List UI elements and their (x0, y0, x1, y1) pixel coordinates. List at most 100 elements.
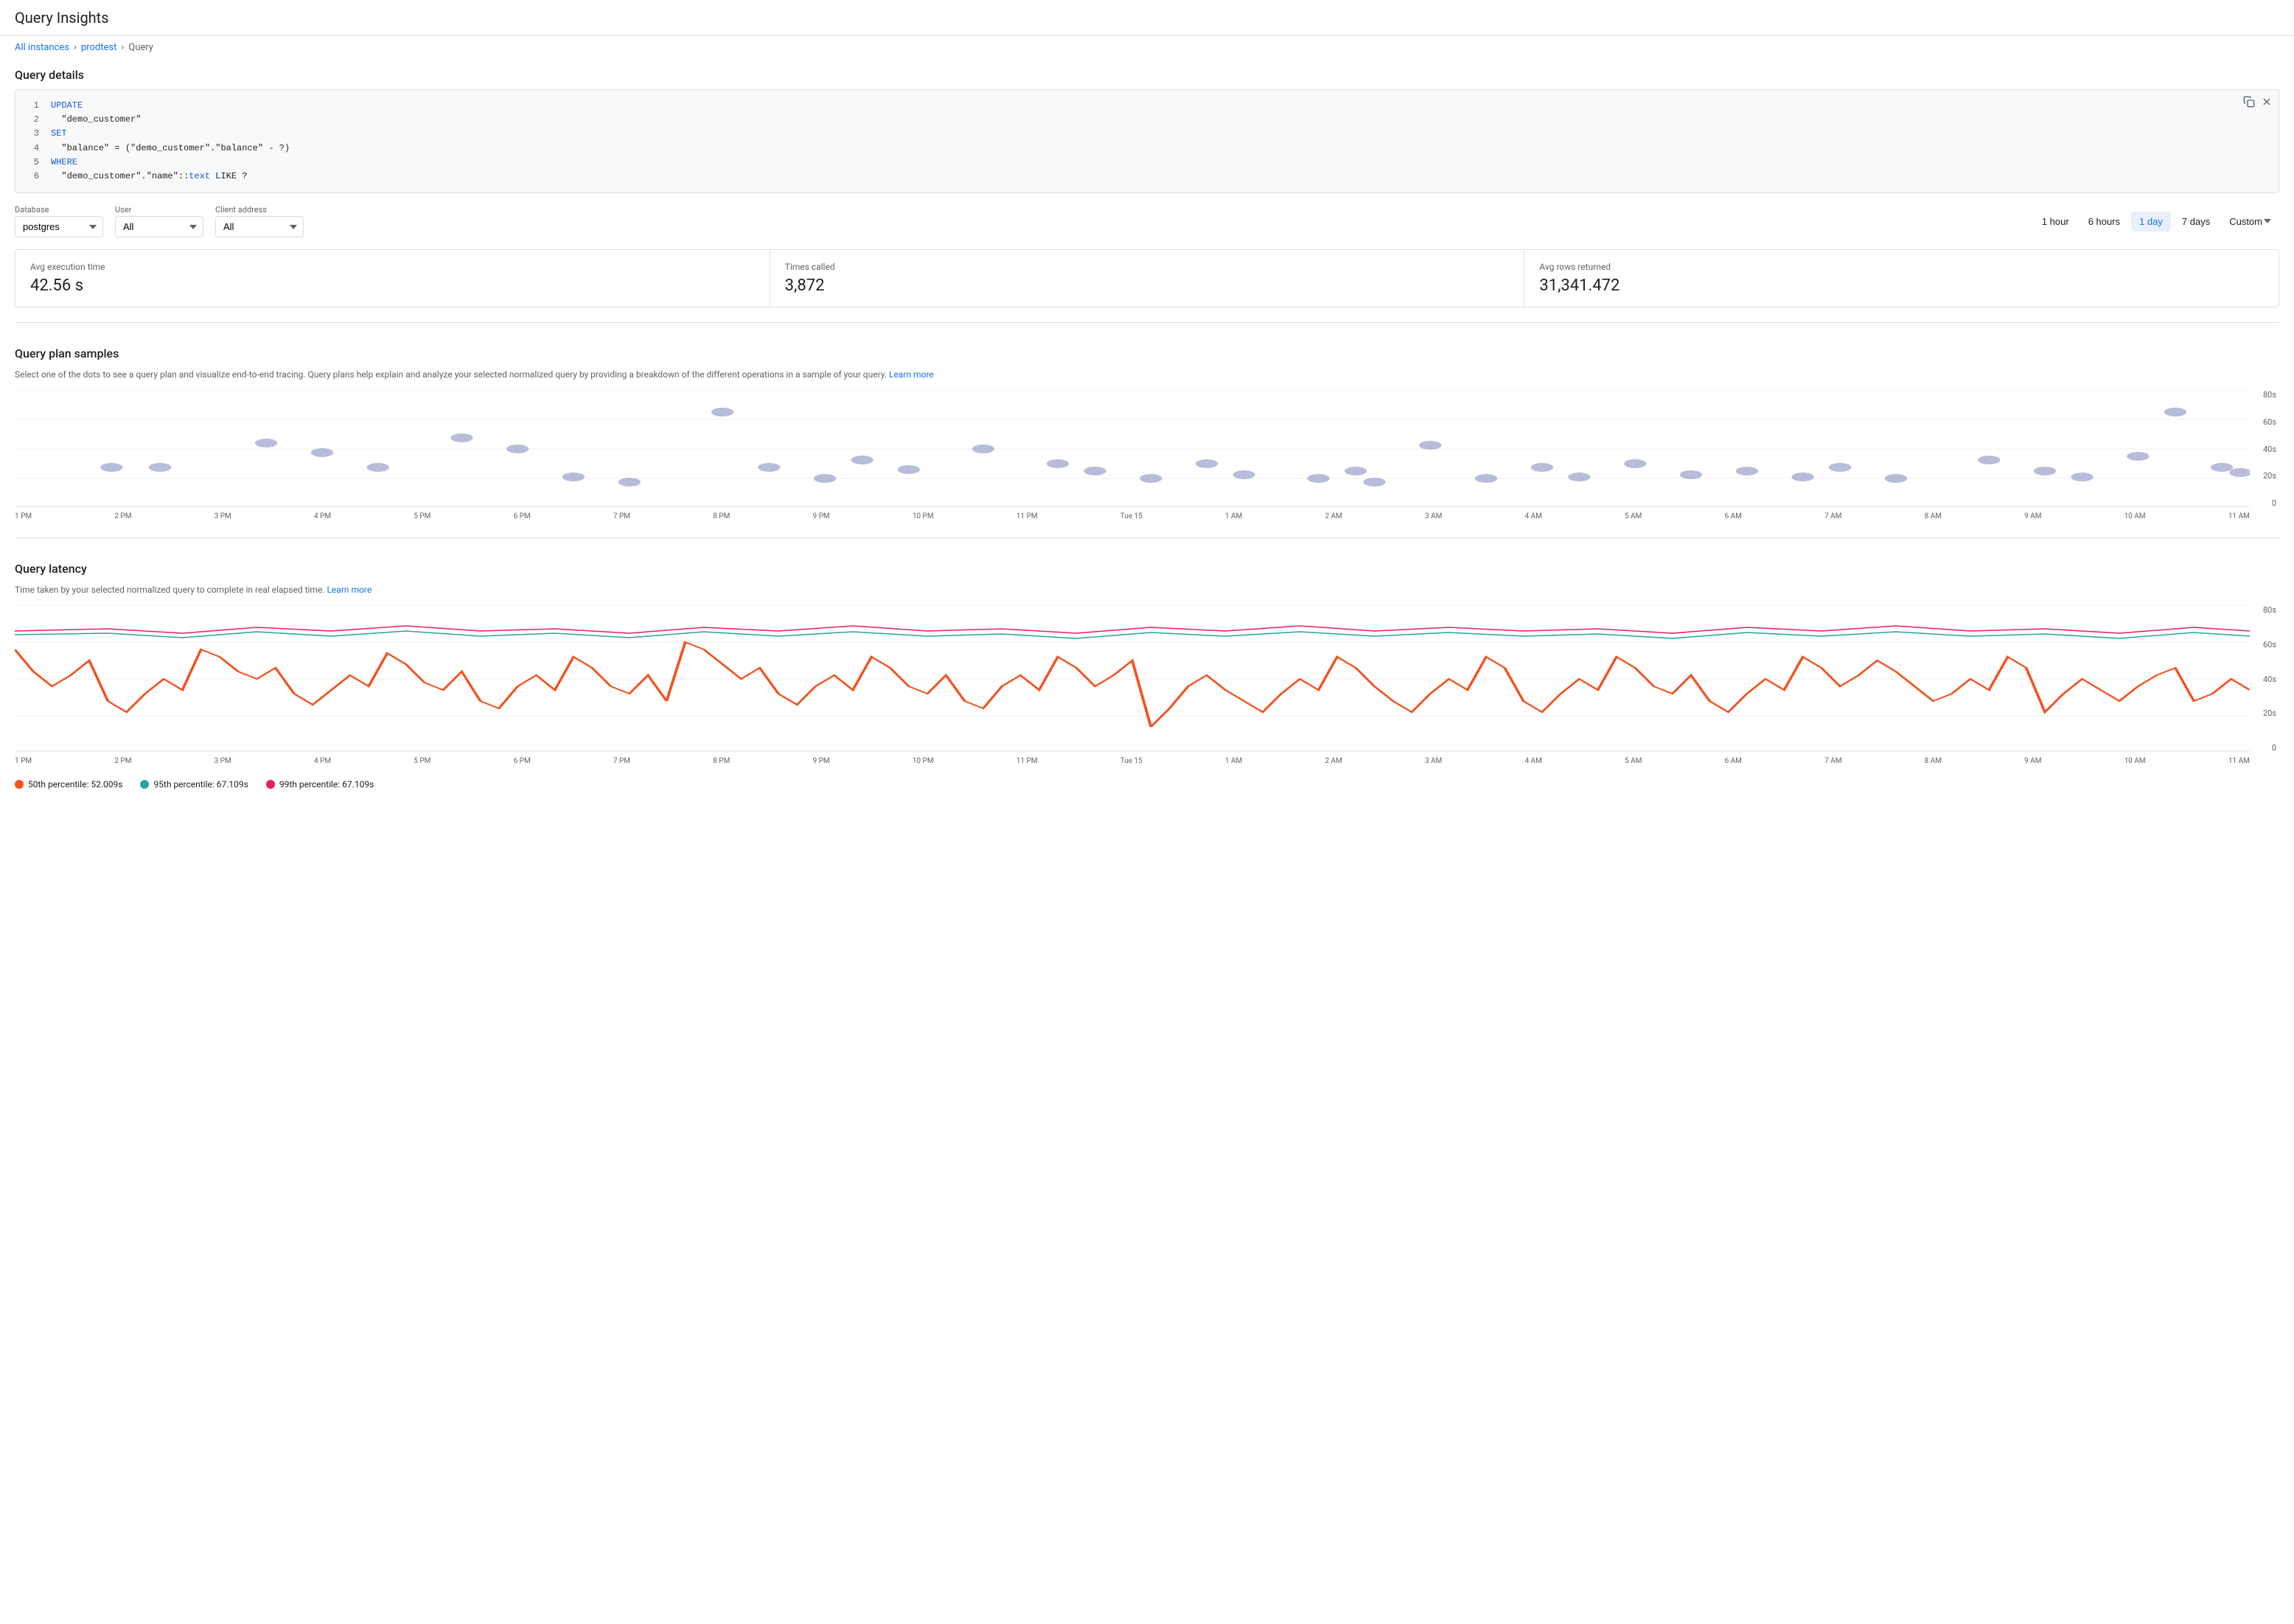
query-latency-title: Query latency (15, 562, 2279, 576)
stat-avg-rows-value: 31,341.472 (1539, 276, 2264, 295)
breadcrumb-sep2: › (121, 42, 124, 53)
stat-times-called-value: 3,872 (785, 276, 1510, 295)
stat-avg-rows-label: Avg rows returned (1539, 262, 2264, 272)
code-line-2: 2 "demo_customer" (27, 113, 2267, 127)
legend-99th: 99th percentile: 67.109s (266, 779, 374, 790)
database-select[interactable]: postgres (15, 216, 103, 237)
scatter-dot[interactable] (255, 439, 277, 447)
stat-avg-rows: Avg rows returned 31,341.472 (1524, 250, 2279, 307)
query-latency-learn-more[interactable]: Learn more (327, 585, 372, 595)
query-plan-title: Query plan samples (15, 346, 2279, 360)
time-6hours[interactable]: 6 hours (2080, 212, 2128, 231)
time-range-buttons: 1 hour 6 hours 1 day 7 days Custom (2034, 212, 2279, 231)
scatter-dot[interactable] (1736, 467, 1758, 475)
stat-avg-execution-label: Avg execution time (30, 262, 755, 272)
scatter-dot[interactable] (311, 448, 333, 457)
legend-50th-label: 50th percentile: 52.009s (28, 779, 122, 790)
close-button[interactable] (2261, 96, 2273, 113)
scatter-dot[interactable] (1233, 470, 1255, 479)
stat-avg-execution: Avg execution time 42.56 s (15, 250, 770, 307)
scatter-dot[interactable] (1419, 441, 1441, 450)
scatter-dot[interactable] (1624, 459, 1646, 468)
scatter-dot[interactable] (711, 408, 733, 417)
scatter-dot[interactable] (1791, 473, 1813, 481)
breadcrumb: All instances › prodtest › Query (0, 36, 2294, 59)
scatter-y-axis: 80s60s40s20s0 (2250, 390, 2279, 508)
page-title: Query Insights (15, 9, 2279, 27)
latency-x-axis: 1 PM2 PM3 PM4 PM5 PM 6 PM7 PM8 PM9 PM10 … (15, 757, 2250, 765)
scatter-dot[interactable] (1475, 474, 1497, 483)
database-filter: Database postgres (15, 205, 103, 237)
database-label: Database (15, 205, 103, 215)
scatter-dot[interactable] (506, 445, 529, 453)
breadcrumb-all-instances[interactable]: All instances (15, 42, 69, 53)
query-latency-desc: Time taken by your selected normalized q… (15, 583, 2279, 596)
scatter-dot[interactable] (2211, 463, 2233, 472)
scatter-dot[interactable] (100, 463, 122, 472)
breadcrumb-query: Query (128, 42, 153, 53)
client-address-select[interactable]: All (215, 216, 304, 237)
query-plan-desc: Select one of the dots to see a query pl… (15, 368, 2279, 381)
scatter-dot[interactable] (1308, 474, 1330, 483)
scatter-dot[interactable] (851, 456, 873, 464)
scatter-dot[interactable] (562, 473, 585, 481)
legend-95th-dot (140, 780, 149, 789)
legend-50th-dot (15, 780, 24, 789)
scatter-dot[interactable] (2229, 468, 2250, 477)
client-address-label: Client address (215, 205, 304, 215)
scatter-dot[interactable] (1196, 459, 1218, 468)
scatter-dot[interactable] (2127, 452, 2149, 461)
legend-95th-label: 95th percentile: 67.109s (153, 779, 248, 790)
stat-times-called-label: Times called (785, 262, 1510, 272)
user-select[interactable]: All (115, 216, 203, 237)
scatter-svg (15, 390, 2250, 508)
time-custom[interactable]: Custom (2221, 212, 2279, 231)
scatter-dot[interactable] (618, 478, 641, 487)
scatter-dot[interactable] (367, 463, 389, 472)
code-block: 1 UPDATE 2 "demo_customer" 3 SET 4 "bala… (15, 89, 2279, 193)
breadcrumb-prodtest[interactable]: prodtest (81, 42, 116, 53)
scatter-dot[interactable] (450, 433, 473, 442)
scatter-dot[interactable] (2071, 473, 2093, 481)
client-address-filter: Client address All (215, 205, 304, 237)
scatter-x-axis: 1 PM2 PM3 PM4 PM5 PM 6 PM7 PM8 PM9 PM10 … (15, 512, 2250, 520)
legend-99th-dot (266, 780, 275, 789)
scatter-dot[interactable] (1084, 467, 1106, 475)
time-1hour[interactable]: 1 hour (2034, 212, 2077, 231)
latency-legend: 50th percentile: 52.009s 95th percentile… (15, 779, 2279, 790)
scatter-dot[interactable] (1680, 470, 1702, 479)
query-details-title: Query details (15, 68, 2279, 82)
code-line-1: 1 UPDATE (27, 99, 2267, 113)
query-plan-learn-more[interactable]: Learn more (889, 369, 934, 380)
code-line-4: 4 "balance" = ("demo_customer"."balance"… (27, 142, 2267, 156)
time-1day[interactable]: 1 day (2131, 212, 2171, 231)
scatter-dot[interactable] (1047, 459, 1069, 468)
latency-svg (15, 605, 2250, 753)
scatter-dot[interactable] (1345, 467, 1367, 475)
scatter-dot[interactable] (1140, 474, 1162, 483)
query-plan-chart: 1 PM2 PM3 PM4 PM5 PM 6 PM7 PM8 PM9 PM10 … (15, 390, 2279, 523)
scatter-dot[interactable] (898, 465, 920, 474)
legend-95th: 95th percentile: 67.109s (140, 779, 248, 790)
scatter-dot[interactable] (1978, 456, 2000, 464)
header: Query Insights (0, 0, 2294, 36)
scatter-dot[interactable] (149, 463, 171, 472)
scatter-dot[interactable] (1885, 474, 1907, 483)
scatter-dot[interactable] (1531, 463, 1553, 472)
scatter-dot[interactable] (758, 463, 780, 472)
user-label: User (115, 205, 203, 215)
scatter-dot[interactable] (2164, 408, 2186, 417)
user-filter: User All (115, 205, 203, 237)
copy-button[interactable] (2243, 96, 2255, 113)
scatter-dot[interactable] (2034, 467, 2056, 475)
scatter-dot[interactable] (1363, 478, 1385, 487)
scatter-dot[interactable] (1829, 463, 1851, 472)
time-7days[interactable]: 7 days (2174, 212, 2218, 231)
query-latency-section: Query latency Time taken by your selecte… (15, 537, 2279, 790)
legend-50th: 50th percentile: 52.009s (15, 779, 122, 790)
scatter-dot[interactable] (814, 474, 836, 483)
scatter-dot[interactable] (1568, 473, 1590, 481)
scatter-dot[interactable] (972, 445, 994, 453)
latency-y-axis: 80s60s40s20s0 (2250, 605, 2279, 753)
code-line-5: 5 WHERE (27, 156, 2267, 170)
